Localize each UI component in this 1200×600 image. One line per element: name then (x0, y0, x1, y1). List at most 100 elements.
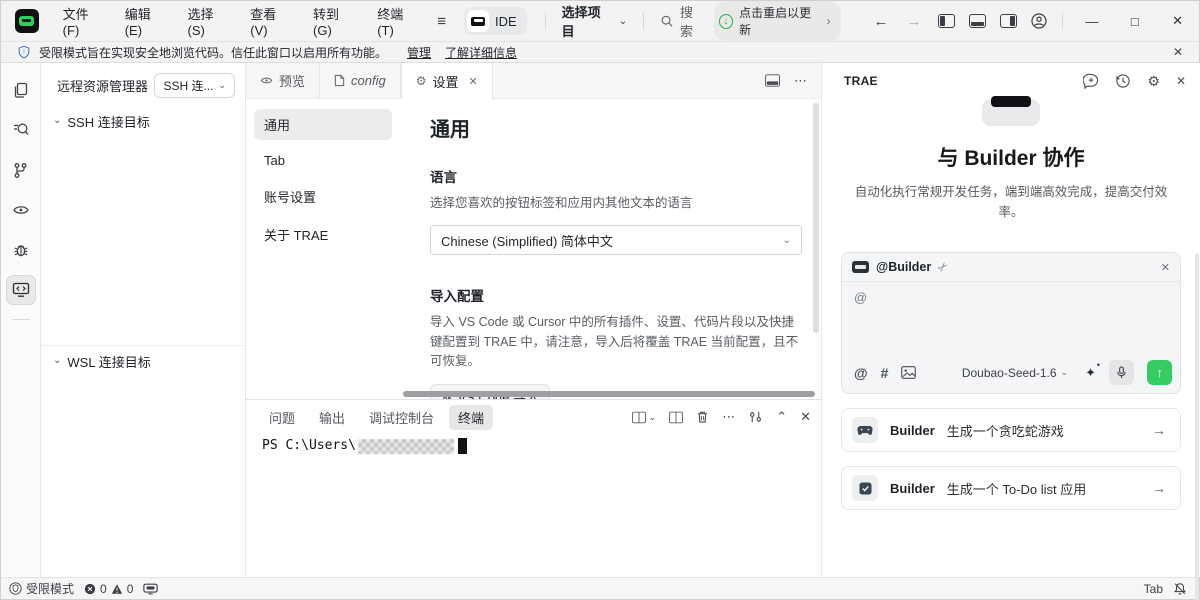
menu-selection[interactable]: 选择(S) (177, 0, 240, 42)
chat-input-card: @Builder ✂ ✕ @ @ # Doubao-Seed-1.6 ⌄ ✦ (841, 252, 1181, 394)
menu-file[interactable]: 文件(F) (53, 0, 115, 42)
settings-nav-general[interactable]: 通用 (254, 109, 392, 140)
gear-icon: ⚙ (416, 74, 427, 88)
gear-icon[interactable]: ⚙ (1147, 73, 1160, 90)
suggestion-todo-app[interactable]: Builder 生成一个 To-Do list 应用 → (841, 466, 1181, 510)
settings-page-title: 通用 (430, 113, 802, 142)
close-panel-icon[interactable]: ✕ (800, 409, 811, 425)
ide-mode-badge[interactable]: IDE (464, 7, 527, 35)
suggestion-agent: Builder (890, 481, 935, 496)
window-minimize-button[interactable]: — (1071, 1, 1114, 41)
panel-tab-terminal[interactable]: 终端 (449, 405, 493, 430)
menu-edit[interactable]: 编辑(E) (115, 0, 178, 42)
learn-more-link[interactable]: 了解详细信息 (445, 44, 517, 61)
nav-back-button[interactable]: ← (865, 10, 898, 33)
remote-explorer-sidebar: 远程资源管理器 SSH 连... ⌄ ⌄ SSH 连接目标 ⌄ WSL 连接目标 (41, 63, 246, 577)
panel-tab-problems[interactable]: 问题 (260, 405, 304, 430)
project-selector[interactable]: 选择项目 ⌄ (554, 0, 636, 44)
restart-update-button[interactable]: ↓ 点击重启以更新 › (714, 1, 841, 41)
vertical-scrollbar[interactable] (813, 103, 819, 333)
menu-terminal[interactable]: 终端(T) (367, 0, 429, 42)
tab-preview[interactable]: 预览 (246, 63, 320, 98)
split-terminal-button[interactable]: ⌄ (632, 411, 657, 424)
terminal-settings-icon[interactable] (748, 410, 763, 424)
project-selector-label: 选择项目 (562, 2, 613, 40)
chat-text-input[interactable]: @ (842, 282, 1180, 354)
agent-status-icon[interactable] (143, 583, 158, 595)
model-selector[interactable]: Doubao-Seed-1.6 ⌄ (962, 366, 1068, 380)
sidebar-title: 远程资源管理器 (57, 76, 148, 95)
bell-slash-icon[interactable] (1173, 582, 1187, 596)
settings-nav-account[interactable]: 账号设置 (254, 181, 392, 212)
panel-tab-debug[interactable]: 调试控制台 (360, 405, 443, 430)
banner-message: 受限模式旨在实现安全地浏览代码。信任此窗口以启用所有功能。 (39, 44, 387, 61)
tab-settings[interactable]: ⚙ 设置 ✕ (401, 63, 493, 99)
language-select[interactable]: Chinese (Simplified) 简体中文 ⌄ (430, 225, 802, 255)
eye-icon[interactable] (6, 195, 36, 225)
more-actions-icon[interactable]: ⋯ (794, 73, 807, 89)
remote-explorer-icon[interactable] (6, 275, 36, 305)
tab-label: config (351, 73, 386, 88)
scissors-icon[interactable]: ✂ (935, 258, 952, 275)
divider (545, 13, 546, 29)
remote-type-select[interactable]: SSH 连... ⌄ (154, 73, 235, 98)
panel-tab-output[interactable]: 输出 (310, 405, 354, 430)
problems-status[interactable]: 0 0 (84, 582, 133, 596)
horizontal-scrollbar[interactable] (403, 391, 815, 397)
history-icon[interactable] (1115, 73, 1131, 89)
debug-icon[interactable] (6, 235, 36, 265)
tab-config[interactable]: config (320, 63, 401, 98)
wsl-targets-label: WSL 连接目标 (67, 352, 150, 371)
import-section-title: 导入配置 (430, 285, 802, 305)
trash-icon[interactable] (696, 410, 709, 424)
more-actions-icon[interactable]: ⋯ (722, 409, 735, 425)
mention-icon[interactable]: @ (854, 365, 868, 381)
manage-link[interactable]: 管理 (407, 44, 431, 61)
tab-close-icon[interactable]: ✕ (469, 75, 478, 88)
menu-go[interactable]: 转到(G) (303, 0, 367, 42)
new-chat-icon[interactable] (1083, 73, 1099, 89)
chevron-down-icon: ⌄ (1061, 367, 1069, 378)
tab-completion-label[interactable]: Tab (1144, 582, 1163, 596)
wsl-targets-section[interactable]: ⌄ WSL 连接目标 (41, 346, 245, 377)
ssh-targets-section[interactable]: ⌄ SSH 连接目标 (41, 106, 245, 137)
chat-close-icon[interactable]: ✕ (1161, 261, 1170, 274)
search-icon[interactable] (6, 115, 36, 145)
toggle-right-sidebar-button[interactable] (1000, 14, 1017, 28)
voice-input-button[interactable] (1109, 360, 1134, 385)
enhance-prompt-icon[interactable]: ✦ (1085, 365, 1096, 381)
restricted-mode-status[interactable]: 受限模式 (9, 580, 74, 597)
split-panel-icon[interactable] (669, 411, 683, 424)
hamburger-menu-icon[interactable]: ≡ (429, 9, 454, 34)
window-maximize-button[interactable]: □ (1113, 1, 1156, 41)
search-icon (660, 14, 674, 28)
terminal-view[interactable]: PS C:\Users\ (246, 430, 821, 577)
warning-icon (111, 583, 123, 595)
checkbox-icon (852, 475, 878, 501)
source-control-icon[interactable] (6, 155, 36, 185)
menu-view[interactable]: 查看(V) (240, 0, 303, 42)
nav-forward-button[interactable]: → (898, 10, 931, 33)
banner-close-icon[interactable]: ✕ (1167, 45, 1189, 59)
suggestion-snake-game[interactable]: Builder 生成一个贪吃蛇游戏 → (841, 408, 1181, 452)
editor-tab-bar: 预览 config ⚙ 设置 ✕ ⋯ (246, 63, 821, 99)
divider (643, 13, 644, 29)
window-close-button[interactable]: ✕ (1156, 1, 1199, 41)
vertical-scrollbar[interactable] (1195, 253, 1199, 600)
search-button[interactable]: 搜索 (652, 0, 713, 44)
send-button[interactable]: ↑ (1147, 360, 1172, 385)
settings-nav-about[interactable]: 关于 TRAE (254, 219, 392, 250)
restricted-mode-label: 受限模式 (26, 580, 74, 597)
account-icon[interactable] (1031, 13, 1047, 29)
explorer-icon[interactable] (6, 75, 36, 105)
toggle-bottom-panel-button[interactable] (969, 14, 986, 28)
image-attach-icon[interactable] (901, 366, 916, 379)
settings-nav-tab[interactable]: Tab (254, 147, 392, 174)
close-panel-icon[interactable]: ✕ (1176, 74, 1186, 88)
split-editor-icon[interactable] (765, 74, 780, 87)
maximize-panel-icon[interactable]: ⌃ (776, 409, 787, 425)
agent-name[interactable]: @Builder (876, 260, 931, 274)
toggle-left-sidebar-button[interactable] (938, 14, 955, 28)
hash-icon[interactable]: # (881, 365, 889, 381)
divider (12, 319, 30, 320)
